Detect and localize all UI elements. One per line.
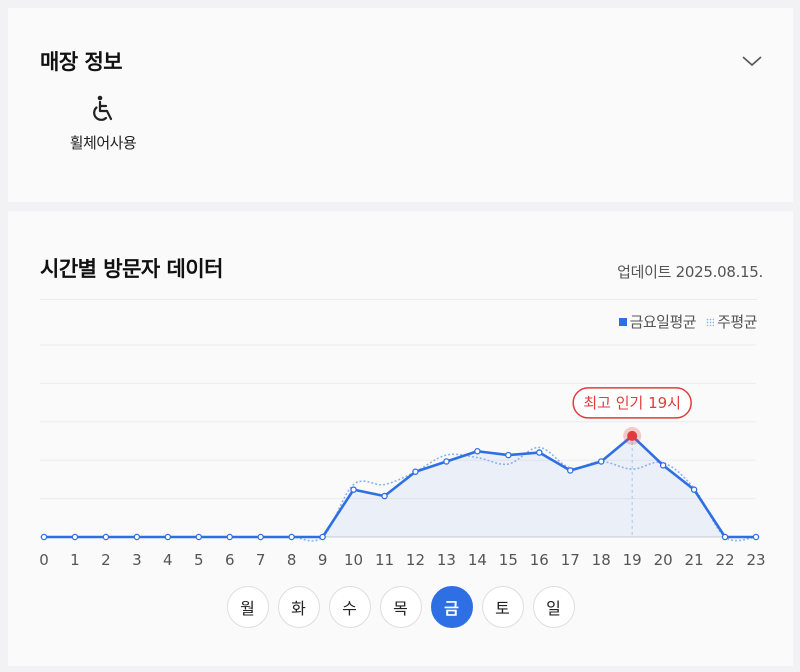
friday-point [659, 462, 667, 469]
friday-point [226, 533, 233, 541]
x-tick-label: 5 [194, 551, 204, 569]
friday-point [474, 447, 481, 455]
x-tick-label: 17 [561, 551, 580, 569]
friday-point [412, 468, 419, 475]
chevron-down-icon[interactable] [741, 54, 763, 68]
x-tick-label: 16 [530, 551, 549, 569]
day-button[interactable]: 화 [277, 586, 320, 628]
day-button[interactable]: 목 [379, 586, 422, 628]
friday-point [752, 533, 760, 541]
wheelchair-icon [93, 95, 113, 121]
x-tick-label: 20 [654, 551, 673, 569]
facility-label: 휠체어사용 [69, 134, 137, 152]
friday-point [381, 492, 388, 500]
friday-point [690, 486, 698, 493]
x-tick-label: 6 [225, 551, 235, 569]
friday-point [536, 449, 543, 456]
peak-point [627, 430, 638, 441]
x-tick-label: 3 [132, 551, 142, 569]
day-button[interactable]: 월 [226, 586, 269, 628]
friday-point [350, 486, 357, 493]
x-tick-label: 14 [468, 551, 487, 569]
x-tick-label: 8 [287, 551, 297, 569]
x-tick-label: 4 [163, 551, 173, 569]
day-button[interactable]: 금 [430, 586, 473, 628]
x-tick-label: 18 [592, 551, 611, 569]
x-tick-label: 13 [437, 551, 456, 569]
peak-label: 최고 인기 19시 [583, 394, 681, 412]
x-tick-label: 0 [39, 551, 49, 569]
friday-point [164, 533, 172, 541]
friday-point [40, 533, 48, 541]
x-tick-label: 7 [256, 551, 266, 569]
friday-point [721, 533, 729, 541]
friday-point [71, 533, 79, 541]
friday-point [288, 533, 295, 541]
x-tick-label: 21 [685, 551, 704, 569]
day-selector: 월화수목금토일 [8, 586, 793, 628]
friday-point [443, 458, 450, 465]
friday-point [597, 458, 605, 465]
store-info-card: 매장 정보 휠체어사용 [8, 8, 793, 202]
hourly-visitor-chart: 최고 인기 19시0 1 2 3 4 5 6 7 8 9 10 11 12 13 14 15 16 17 18 19 2… [39, 344, 766, 569]
day-button[interactable]: 일 [532, 586, 575, 628]
x-tick-label: 22 [715, 551, 734, 569]
day-button[interactable]: 토 [481, 586, 524, 628]
x-tick-label: 23 [746, 551, 765, 569]
x-tick-label: 19 [623, 551, 642, 569]
x-tick-label: 2 [101, 551, 111, 569]
friday-point [319, 533, 326, 541]
x-tick-label: 12 [406, 551, 425, 569]
friday-point [102, 533, 110, 541]
x-tick-label: 9 [318, 551, 328, 569]
day-button[interactable]: 수 [328, 586, 371, 628]
x-tick-label: 1 [70, 551, 80, 569]
x-tick-label: 15 [499, 551, 518, 569]
x-tick-label: 11 [375, 551, 394, 569]
friday-point [195, 533, 203, 541]
visitor-data-card: 시간별 방문자 데이터 업데이트 2025.08.15. 금요일평균 주평균 최… [8, 211, 793, 666]
friday-point [257, 533, 264, 541]
friday-point [133, 533, 141, 541]
facility-wheelchair: 휠체어사용 [58, 94, 148, 153]
friday-point [567, 467, 574, 474]
store-info-title: 매장 정보 [40, 50, 123, 74]
friday-point [505, 451, 512, 459]
x-tick-label: 10 [344, 551, 363, 569]
